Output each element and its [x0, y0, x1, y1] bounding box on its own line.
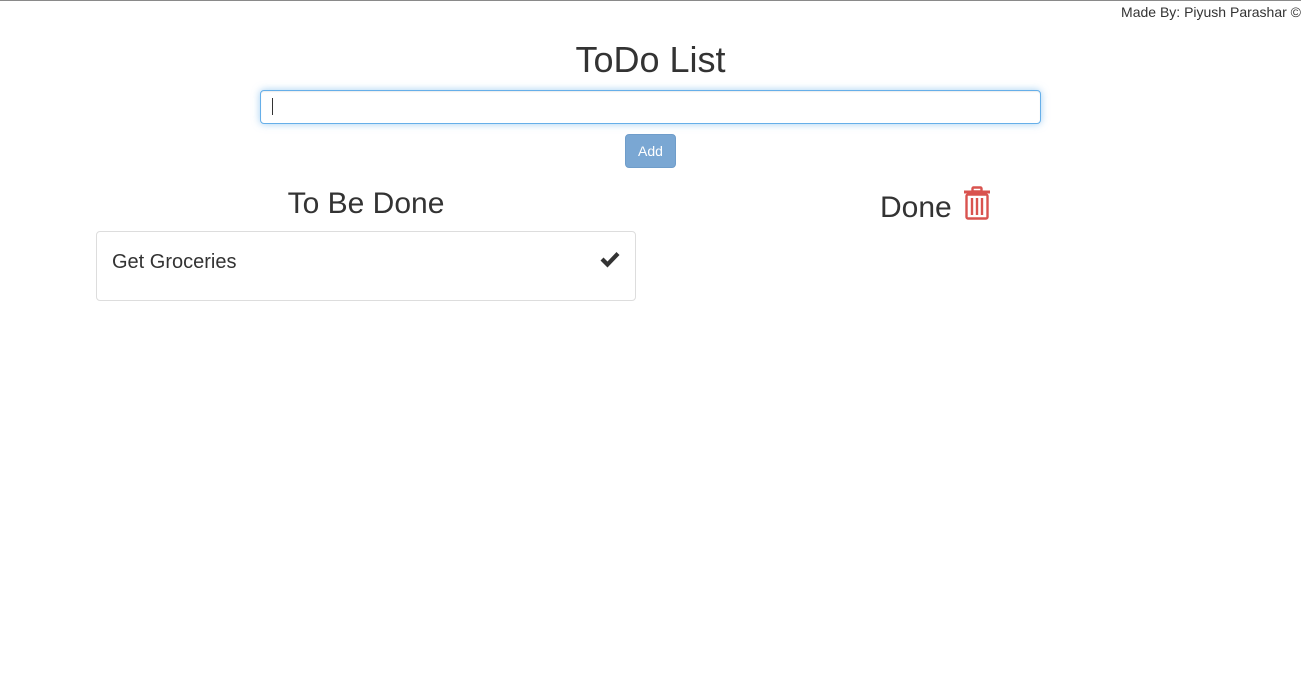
text-caret — [272, 98, 273, 115]
add-button[interactable]: Add — [625, 134, 676, 168]
to-be-done-list: Get Groceries — [96, 231, 636, 301]
page-title: ToDo List — [575, 39, 726, 80]
to-be-done-heading: To Be Done — [287, 187, 445, 220]
todo-item-text: Get Groceries — [112, 251, 237, 273]
new-task-input[interactable] — [260, 90, 1041, 124]
checkmark-icon[interactable] — [599, 249, 621, 271]
trash-icon[interactable] — [962, 186, 992, 220]
done-heading: Done — [880, 191, 952, 224]
author-credit: Made By: Piyush Parashar © — [1121, 4, 1301, 20]
todo-item: Get Groceries — [96, 231, 636, 301]
top-divider — [0, 0, 1301, 1]
